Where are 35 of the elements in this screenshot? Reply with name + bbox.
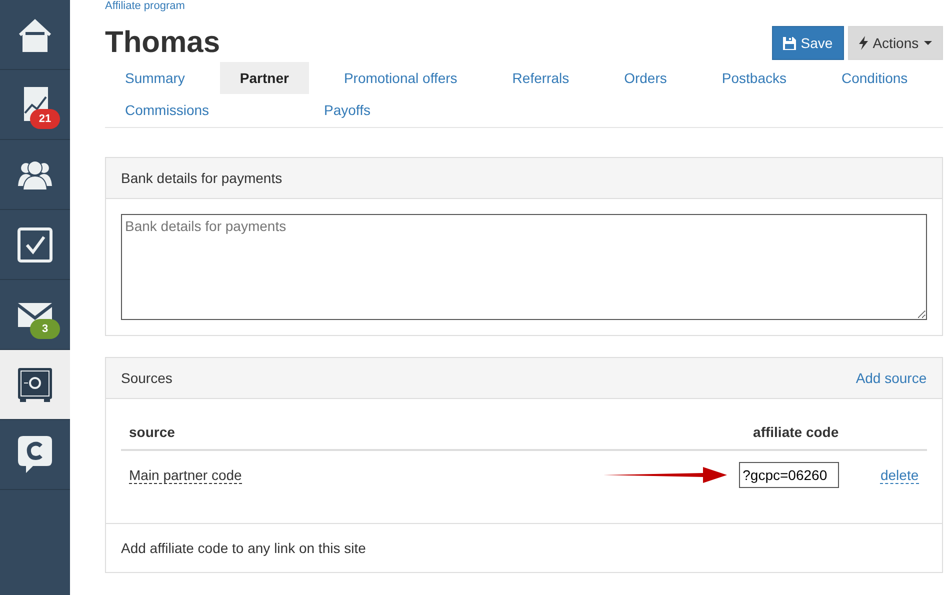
lightning-icon — [858, 36, 868, 50]
tab[interactable]: Orders — [604, 62, 687, 94]
caret-icon — [924, 41, 932, 45]
page-title: Thomas — [105, 26, 220, 60]
home-icon — [17, 18, 53, 52]
add-source-link[interactable]: Add source — [856, 370, 927, 386]
footer-note: Add affiliate code to any link on this site — [106, 523, 942, 572]
chat-icon — [17, 434, 53, 474]
sidebar-item[interactable]: 3 — [0, 280, 70, 350]
tab[interactable]: Referrals — [492, 62, 590, 94]
delete-link[interactable]: delete — [880, 466, 919, 484]
column-header: affiliate code — [753, 424, 839, 440]
bank-details-field[interactable]: Bank details for payments — [121, 214, 927, 320]
count-badge: 3 — [30, 319, 60, 339]
actions-button[interactable]: Actions — [848, 26, 943, 60]
count-badge: 21 — [30, 109, 60, 129]
tab[interactable]: Summary — [105, 62, 205, 94]
sidebar-item[interactable]: 21 — [0, 70, 70, 140]
affiliate-code-field[interactable]: ?gcpc=06260 — [738, 462, 839, 488]
breadcrumb-link[interactable]: Affiliate program — [105, 0, 185, 12]
tab[interactable]: Commissions — [105, 94, 230, 126]
tab[interactable]: Postbacks — [702, 62, 806, 94]
column-header: source — [129, 424, 176, 440]
tab[interactable]: Payoffs — [304, 94, 390, 126]
source-name[interactable]: Main partner code — [129, 466, 242, 484]
save-button[interactable]: Save — [772, 26, 844, 60]
tab[interactable]: Partner — [220, 62, 309, 94]
sidebar-item[interactable] — [0, 350, 70, 420]
panel-title: Bank details for payments — [121, 170, 282, 186]
tab[interactable]: Promotional offers — [324, 62, 478, 94]
checkbox-icon — [17, 226, 53, 262]
panel-title: Sources — [121, 370, 172, 386]
tab[interactable]: Conditions — [821, 62, 928, 94]
users-icon — [17, 160, 53, 190]
safe-icon — [17, 366, 53, 402]
